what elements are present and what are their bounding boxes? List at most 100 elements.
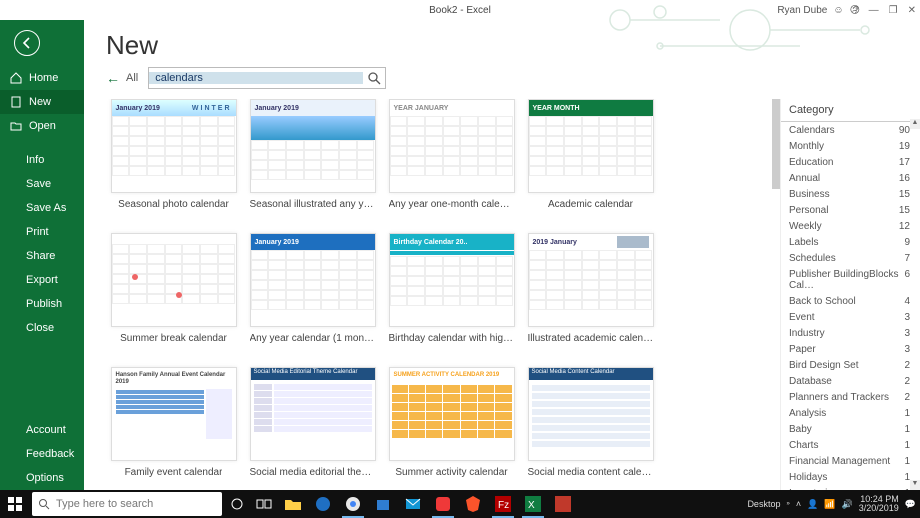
- tray-people-icon[interactable]: 👤: [807, 499, 818, 510]
- help-button[interactable]: ?: [853, 5, 859, 16]
- filter-all-label[interactable]: All: [126, 72, 138, 84]
- template-tile[interactable]: January 2019 Any year calendar (1 month…: [245, 233, 380, 361]
- face-smile-icon[interactable]: ☺: [833, 5, 843, 16]
- template-tile[interactable]: SUMMER ACTIVITY CALENDAR 2019 Summer act…: [384, 367, 519, 490]
- cortana-button[interactable]: [224, 490, 250, 518]
- category-name: Education: [789, 157, 833, 168]
- sidebar-item-share[interactable]: Share: [0, 244, 84, 268]
- start-button[interactable]: [0, 490, 30, 518]
- category-item[interactable]: Personal 15: [781, 202, 920, 218]
- category-item[interactable]: Analysis 1: [781, 405, 920, 421]
- action-center-icon[interactable]: 💬: [905, 499, 916, 510]
- category-item[interactable]: Publisher BuildingBlocks Cal… 6: [781, 266, 920, 293]
- taskbar-app-edge[interactable]: [308, 490, 338, 518]
- back-area: [0, 20, 84, 66]
- taskbar-app-store[interactable]: [368, 490, 398, 518]
- taskbar-app-vivaldi[interactable]: [428, 490, 458, 518]
- svg-text:X: X: [528, 500, 535, 511]
- scroll-down-icon[interactable]: ▼: [910, 480, 920, 490]
- search-back-button[interactable]: ←: [106, 70, 120, 86]
- home-icon: [10, 72, 22, 84]
- taskbar-app-excel[interactable]: X: [518, 490, 548, 518]
- category-name: Schedules: [789, 253, 836, 264]
- category-item[interactable]: Business 15: [781, 186, 920, 202]
- category-item[interactable]: Database 2: [781, 373, 920, 389]
- excel-icon: X: [525, 496, 541, 512]
- new-icon: [10, 96, 22, 108]
- category-item[interactable]: Inventories 1: [781, 485, 920, 490]
- minimize-button[interactable]: —: [869, 5, 879, 16]
- scroll-up-icon[interactable]: ▲: [910, 119, 920, 129]
- sidebar-item-account[interactable]: Account: [0, 418, 84, 442]
- sidebar-item-new[interactable]: New: [0, 90, 84, 114]
- template-tile[interactable]: YEAR MONTH Academic calendar: [523, 99, 658, 227]
- sidebar-item-save[interactable]: Save: [0, 172, 84, 196]
- category-item[interactable]: Calendars 90: [781, 122, 920, 138]
- taskbar-search[interactable]: Type here to search: [32, 492, 222, 516]
- tray-network-icon[interactable]: 📶: [824, 499, 835, 510]
- sidebar-item-feedback[interactable]: Feedback: [0, 442, 84, 466]
- sidebar-item-print[interactable]: Print: [0, 220, 84, 244]
- task-view-icon: [256, 498, 272, 510]
- category-item[interactable]: Back to School 4: [781, 293, 920, 309]
- sidebar-item-save-as[interactable]: Save As: [0, 196, 84, 220]
- sidebar-item-home[interactable]: Home: [0, 66, 84, 90]
- sidebar-item-export[interactable]: Export: [0, 268, 84, 292]
- category-item[interactable]: Event 3: [781, 309, 920, 325]
- account-area[interactable]: Ryan Dube ☺ ☹: [777, 5, 860, 16]
- category-item[interactable]: Financial Management 1: [781, 453, 920, 469]
- template-tile[interactable]: January 2019 Seasonal illustrated any ye…: [245, 99, 380, 227]
- template-tile[interactable]: Hanson Family Annual Event Calendar 2019…: [106, 367, 241, 490]
- taskbar-app-generic[interactable]: [548, 490, 578, 518]
- category-item[interactable]: Labels 9: [781, 234, 920, 250]
- gallery-scrollbar[interactable]: [772, 99, 780, 490]
- sidebar-item-options[interactable]: Options: [0, 466, 84, 490]
- sidebar-item-info[interactable]: Info: [0, 148, 84, 172]
- taskbar-app-mail[interactable]: [398, 490, 428, 518]
- taskbar-app-filezilla[interactable]: Fz: [488, 490, 518, 518]
- tray-volume-icon[interactable]: 🔊: [842, 499, 853, 510]
- template-tile[interactable]: Social Media Editorial Theme Calendar So…: [245, 367, 380, 490]
- category-name: Labels: [789, 237, 818, 248]
- taskbar-clock[interactable]: 10:24 PM 3/20/2019: [859, 495, 899, 514]
- category-item[interactable]: Bird Design Set 2: [781, 357, 920, 373]
- taskbar-app-chrome[interactable]: [338, 490, 368, 518]
- task-view-button[interactable]: [250, 490, 278, 518]
- template-tile[interactable]: Birthday Calendar 20.. Birthday calendar…: [384, 233, 519, 361]
- desktop-toolbar-chevrons[interactable]: »: [786, 501, 789, 507]
- search-button[interactable]: [363, 71, 385, 85]
- template-tile[interactable]: Social Media Content Calendar Social med…: [523, 367, 658, 490]
- template-search-input[interactable]: [149, 72, 363, 84]
- category-item[interactable]: Baby 1: [781, 421, 920, 437]
- category-item[interactable]: Planners and Trackers 2: [781, 389, 920, 405]
- category-heading: Category: [781, 99, 920, 122]
- sidebar-item-publish[interactable]: Publish: [0, 292, 84, 316]
- category-name: Annual: [789, 173, 820, 184]
- category-item[interactable]: Schedules 7: [781, 250, 920, 266]
- category-item[interactable]: Weekly 12: [781, 218, 920, 234]
- category-scrollbar[interactable]: ▲ ▼: [910, 119, 920, 490]
- category-item[interactable]: Education 17: [781, 154, 920, 170]
- template-thumbnail: Hanson Family Annual Event Calendar 2019: [111, 367, 237, 461]
- taskbar-app-explorer[interactable]: [278, 490, 308, 518]
- template-tile[interactable]: January 2019 WINTER Seasonal photo calen…: [106, 99, 241, 227]
- category-item[interactable]: Monthly 19: [781, 138, 920, 154]
- template-label: Any year calendar (1 month…: [250, 333, 376, 344]
- category-item[interactable]: Annual 16: [781, 170, 920, 186]
- template-tile[interactable]: YEAR JANUARY Any year one-month calendar: [384, 99, 519, 227]
- tray-overflow-icon[interactable]: ˄: [796, 499, 801, 509]
- close-button[interactable]: ✕: [908, 5, 916, 16]
- template-tile[interactable]: 2019 January Illustrated academic calend…: [523, 233, 658, 361]
- back-button[interactable]: [14, 30, 40, 56]
- category-name: Paper: [789, 344, 816, 355]
- category-item[interactable]: Charts 1: [781, 437, 920, 453]
- restore-button[interactable]: ❐: [889, 5, 898, 16]
- template-tile[interactable]: Summer break calendar: [106, 233, 241, 361]
- sidebar-item-open[interactable]: Open: [0, 114, 84, 138]
- desktop-toolbar-label[interactable]: Desktop: [747, 499, 780, 509]
- category-item[interactable]: Holidays 1: [781, 469, 920, 485]
- category-item[interactable]: Paper 3: [781, 341, 920, 357]
- category-item[interactable]: Industry 3: [781, 325, 920, 341]
- taskbar-app-brave[interactable]: [458, 490, 488, 518]
- sidebar-item-close[interactable]: Close: [0, 316, 84, 340]
